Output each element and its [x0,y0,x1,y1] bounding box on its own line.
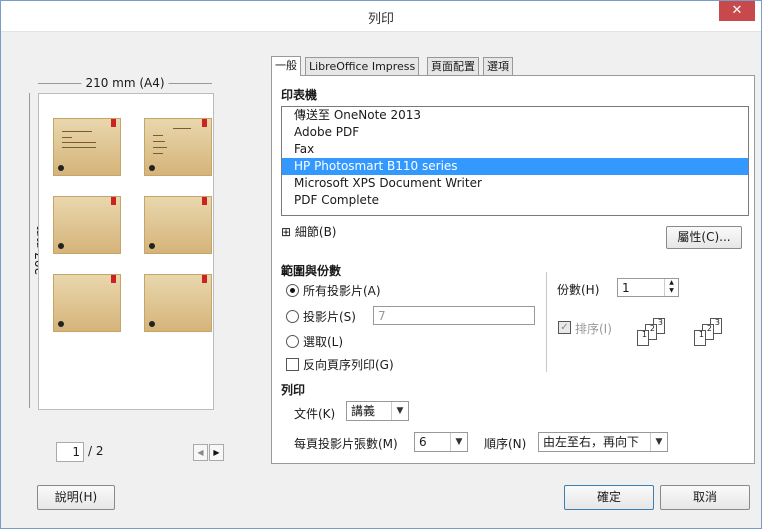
help-button[interactable]: 說明(H) [37,485,115,510]
print-preview-page [38,93,214,410]
next-page-button[interactable]: ▶ [209,444,224,461]
printer-item[interactable]: Fax [282,141,748,158]
selection-radio[interactable] [286,335,299,348]
printer-item[interactable]: 傳送至 OneNote 2013 [282,107,748,124]
chevron-down-icon: ▼ [650,433,667,451]
all-slides-radio[interactable] [286,284,299,297]
document-dropdown[interactable]: 講義 ▼ [346,401,409,421]
slides-label: 投影片(S) [303,310,356,324]
tab-libreoffice-impress[interactable]: LibreOffice Impress [305,57,420,75]
dialog-title: 列印 [367,12,394,27]
total-pages-label: / 2 [88,444,104,458]
order-value: 由左至右，再向下 [543,435,640,449]
copies-input[interactable]: 1 ▲ ▼ [617,278,679,297]
slides-per-page-value: 6 [419,435,427,449]
title-bar: 列印 ✕ [1,1,761,32]
copies-label: 份數(H) [557,283,600,297]
all-slides-label: 所有投影片(A) [303,284,381,298]
range-separator [546,272,547,372]
slides-radio[interactable] [286,310,299,323]
printer-item[interactable]: Adobe PDF [282,124,748,141]
cancel-button[interactable]: 取消 [660,485,750,510]
expand-plus-icon: ⊞ [281,225,292,239]
previous-page-button[interactable]: ◀ [193,444,208,461]
order-dropdown[interactable]: 由左至右，再向下 ▼ [538,432,668,452]
preview-slide [144,274,212,332]
tab-page-layout[interactable]: 頁面配置 [427,57,479,75]
tab-options[interactable]: 選項 [483,57,513,75]
slides-per-page-dropdown[interactable]: 6 ▼ [414,432,468,452]
close-button[interactable]: ✕ [719,1,755,21]
printer-item[interactable]: PDF Complete [282,192,748,209]
document-label: 文件(K) [294,407,336,421]
slides-per-page-label: 每頁投影片張數(M) [294,437,398,451]
details-label: 細節(B) [294,225,337,239]
printer-list[interactable]: 傳送至 OneNote 2013 Adobe PDF Fax HP Photos… [281,106,749,216]
copies-spin-buttons[interactable]: ▲ ▼ [664,279,678,296]
printer-item[interactable]: Microsoft XPS Document Writer [282,175,748,192]
collate-checkbox[interactable]: ✓ [558,321,571,334]
paper-width-dimension: 210 mm (A4) [38,76,212,90]
collate-pages-icon: 3 2 1 [694,318,734,348]
current-page-input[interactable]: 1 [56,442,84,462]
order-label: 順序(N) [484,437,527,451]
triangle-left-icon: ◀ [197,448,204,457]
preview-slide [53,118,121,176]
paper-width-label: 210 mm (A4) [81,76,169,90]
collate-label: 排序(I) [575,322,612,336]
slides-range-input[interactable]: 7 [373,306,535,325]
range-section-title: 範圍與份數 [281,264,342,278]
printer-section-title: 印表機 [281,88,318,102]
paper-height-dimension: 297 mm [20,93,48,408]
preview-slide [144,118,212,176]
details-expander[interactable]: ⊞ 細節(B) [281,223,337,240]
ok-button[interactable]: 確定 [564,485,654,510]
preview-slide [53,274,121,332]
print-section-title: 列印 [281,383,306,397]
printer-item-selected[interactable]: HP Photosmart B110 series [282,158,748,175]
chevron-down-icon: ▼ [391,402,408,420]
preview-slide [144,196,212,254]
document-value: 講義 [351,404,376,418]
copies-value: 1 [622,281,630,295]
reverse-order-label: 反向頁序列印(G) [303,358,394,372]
chevron-down-icon: ▼ [450,433,467,451]
preview-slide [53,196,121,254]
properties-button[interactable]: 屬性(C)... [666,226,742,249]
selection-label: 選取(L) [303,335,344,349]
triangle-right-icon: ▶ [213,448,220,457]
reverse-order-checkbox[interactable] [286,358,299,371]
tab-general[interactable]: 一般 [271,56,301,76]
collate-pages-icon: 3 2 1 [637,318,677,348]
